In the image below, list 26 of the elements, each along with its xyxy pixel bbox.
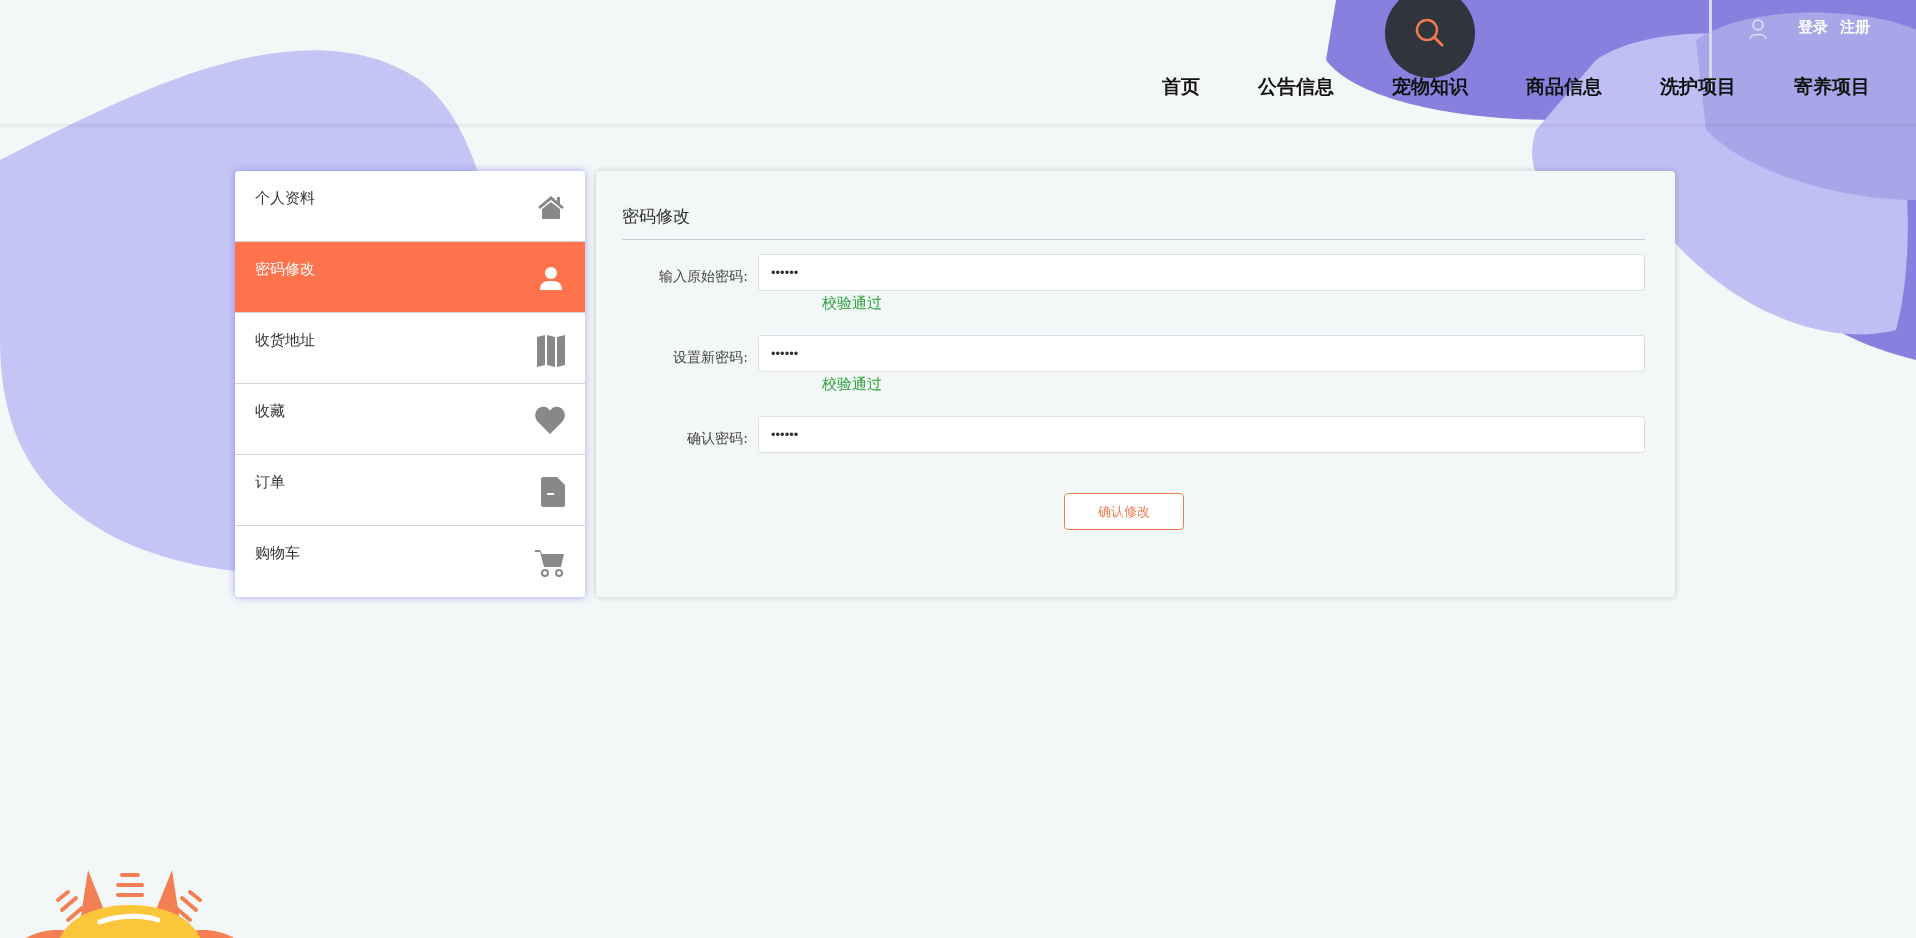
field-label: 确认密码: bbox=[686, 428, 748, 448]
sidebar-item[interactable]: 收藏 bbox=[235, 384, 585, 455]
sidebar-item[interactable]: 购物车 bbox=[235, 526, 585, 597]
house-icon bbox=[537, 193, 565, 221]
panel-title: 密码修改 bbox=[622, 205, 691, 228]
user-icon bbox=[1748, 18, 1768, 40]
password-field[interactable]: •••••• bbox=[758, 416, 1645, 453]
password-field[interactable]: •••••• bbox=[758, 335, 1645, 372]
nav-link[interactable]: 首页 bbox=[1162, 74, 1200, 100]
sidebar-item[interactable]: 收货地址 bbox=[235, 313, 585, 384]
map-icon bbox=[537, 335, 565, 367]
nav-link[interactable]: 宠物知识 bbox=[1392, 74, 1468, 100]
nav-link[interactable]: 洗护项目 bbox=[1660, 74, 1736, 100]
sidebar-item[interactable]: 订单 bbox=[235, 455, 585, 526]
validation-message: 校验通过 bbox=[822, 294, 883, 313]
password-field[interactable]: •••••• bbox=[758, 254, 1645, 291]
field-label: 设置新密码: bbox=[672, 347, 748, 367]
validation-message: 校验通过 bbox=[822, 375, 883, 394]
nav-link[interactable]: 公告信息 bbox=[1258, 74, 1334, 100]
nav-link[interactable]: 寄养项目 bbox=[1794, 74, 1870, 100]
document-icon bbox=[541, 477, 565, 507]
heart-icon bbox=[535, 406, 565, 434]
field-label: 输入原始密码: bbox=[658, 266, 748, 286]
user-icon bbox=[537, 264, 565, 292]
cart-icon bbox=[535, 548, 565, 578]
nav-link[interactable]: 商品信息 bbox=[1526, 74, 1602, 100]
